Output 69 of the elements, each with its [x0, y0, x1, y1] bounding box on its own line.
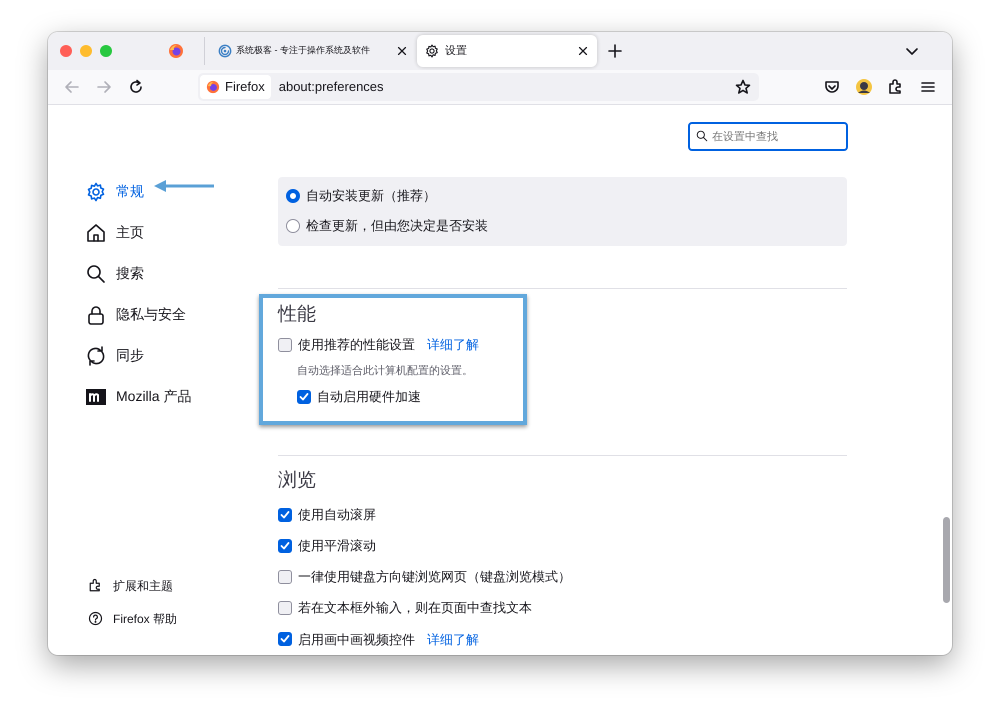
identity-chip[interactable]: Firefox: [200, 75, 271, 99]
checkbox[interactable]: [278, 538, 292, 553]
puzzle-icon: [88, 578, 103, 593]
puzzle-icon: [888, 79, 904, 95]
close-window-button[interactable]: [60, 45, 72, 57]
pocket-icon: [824, 79, 840, 95]
reload-icon: [128, 79, 144, 95]
browser-tab[interactable]: 系统极客 - 专注于操作系统及软件: [213, 35, 413, 67]
check-icon: [299, 392, 309, 402]
radio-button[interactable]: [286, 219, 300, 233]
section-heading: 浏览: [278, 470, 317, 494]
checkbox[interactable]: [278, 632, 292, 646]
check-icon: [280, 540, 290, 551]
tab-title: 系统极客 - 专注于操作系统及软件: [236, 44, 371, 58]
firefox-logo: [168, 43, 184, 59]
checkbox[interactable]: [297, 390, 311, 404]
sidebar-item[interactable]: Mozilla 产品: [86, 376, 260, 417]
mozilla-logo: [86, 386, 106, 406]
sidebar-item[interactable]: 常规: [86, 171, 260, 212]
section-heading: 性能: [278, 304, 317, 328]
arrow-left-icon: [64, 79, 80, 95]
check-icon: [280, 510, 290, 520]
help-icon: [88, 611, 103, 626]
plus-icon: [608, 44, 622, 58]
option-label: 自动安装更新（推荐）: [306, 187, 436, 206]
sidebar-item[interactable]: 主页: [86, 212, 260, 253]
checkbox-label: 若在文本框外输入，则在页面中查找文本: [298, 599, 532, 618]
description-text: 自动选择适合此计算机配置的设置。: [297, 364, 474, 379]
checkbox-label: 使用自动滚屏: [298, 506, 376, 524]
checkbox[interactable]: [278, 601, 292, 616]
radio-button[interactable]: [286, 189, 300, 203]
sidebar-link[interactable]: Firefox 帮助: [86, 602, 260, 635]
sidebar-link[interactable]: 扩展和主题: [86, 569, 260, 602]
checkbox[interactable]: [278, 338, 292, 352]
checkbox-label: 一律使用键盘方向键浏览网页（键盘浏览模式）: [298, 568, 571, 586]
close-icon: [577, 44, 589, 57]
search-icon: [86, 264, 106, 284]
arrow-right-icon: [96, 79, 112, 95]
arrow-annotation: [154, 180, 216, 192]
sidebar-item[interactable]: 隐私与安全: [86, 294, 260, 335]
sync-icon: [86, 346, 106, 366]
close-icon: [396, 44, 408, 57]
checkbox-label: 启用画中画视频控件: [298, 630, 415, 649]
sidebar-item[interactable]: 同步: [86, 335, 260, 376]
learn-more-link[interactable]: 详细了解: [427, 335, 479, 355]
scrollbar-thumb[interactable]: [943, 517, 950, 603]
home-icon: [86, 222, 106, 242]
browser-tab[interactable]: 设置: [417, 35, 597, 67]
star-icon: [735, 79, 751, 95]
checkbox-label: 使用平滑滚动: [298, 537, 376, 556]
gear-icon: [425, 44, 439, 58]
url-text: about:preferences: [278, 78, 385, 96]
learn-more-link[interactable]: 详细了解: [427, 630, 479, 650]
check-icon: [280, 634, 290, 644]
firefox-logo: [206, 80, 220, 94]
option-label: 检查更新，但由您决定是否安装: [306, 217, 488, 236]
checkbox[interactable]: [278, 570, 292, 584]
checkbox-label: 自动启用硬件加速: [317, 388, 421, 406]
sidebar-item[interactable]: 搜索: [86, 253, 260, 294]
tab-title: 设置: [445, 44, 468, 59]
checkbox[interactable]: [278, 508, 292, 522]
menu-icon: [920, 79, 936, 95]
avatar-icon: [855, 78, 873, 96]
lock-icon: [86, 304, 106, 324]
gear-icon: [86, 182, 106, 202]
search-field[interactable]: 在设置中查找: [688, 122, 848, 151]
address-bar[interactable]: Firefox about:preferences: [198, 73, 759, 101]
checkbox-label: 使用推荐的性能设置: [298, 336, 415, 354]
site-icon: [218, 44, 232, 58]
